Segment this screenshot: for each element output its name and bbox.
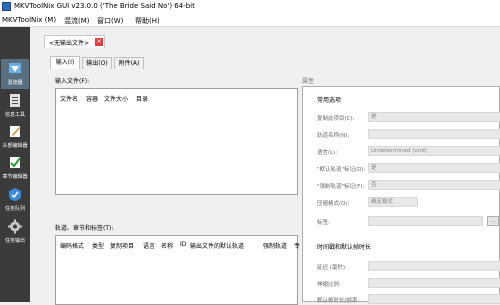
copy-item-label: 复制此项目(C): (317, 116, 355, 122)
menu-multiplexer[interactable]: 混流(M) (64, 16, 90, 26)
tab-mux-job[interactable]: <无输出文件> × (44, 35, 105, 48)
column-header-name[interactable]: 名称 (161, 241, 173, 250)
track-name-input[interactable] (368, 129, 500, 139)
timing-options-title: 时间戳和默认帧时长 (317, 244, 372, 251)
tool-sidebar: 混流器 信息工具 头部编辑器 章节编辑器 任务队列 任务输出 (0, 27, 30, 302)
app-icon (2, 2, 11, 11)
compression-select[interactable]: 确定格式 (368, 197, 418, 207)
properties-label: 属性 (302, 78, 315, 85)
sidebar-item-multiplexer[interactable]: 混流器 (1, 59, 29, 89)
menu-help[interactable]: 帮助(H) (135, 16, 160, 26)
default-duration-input[interactable] (368, 294, 500, 304)
window-title: MKVToolNix GUI v23.0.0 ('The Bride Said … (14, 2, 195, 10)
column-header-forced-track[interactable]: 强制轨道 (263, 241, 287, 250)
tab-input[interactable]: 输入(I) (50, 56, 80, 69)
compression-label: 压缩格式(O): (317, 201, 350, 207)
input-panel: 输入文件(F): 文件名 容器 文件大小 目录 轨道、章节和标签(T): 编码格… (52, 69, 300, 305)
language-label: 语言(L): (317, 150, 338, 156)
job-output-icon (8, 219, 22, 234)
header-editor-icon (10, 126, 20, 137)
column-header-filename[interactable]: 文件名 (60, 94, 78, 103)
stretch-label: 伸缩比例: (317, 282, 341, 288)
column-header-language[interactable]: 语言 (143, 241, 155, 250)
main-content: <无输出文件> × 输入(I) 输出(O) 附件(A) 输入文件(F): 文件名… (30, 27, 500, 305)
forced-track-flag-select[interactable]: 否 (368, 180, 500, 190)
forced-track-flag-label: "强制轨道"标记(F): (317, 184, 365, 190)
sidebar-item-info-tool[interactable]: 信息工具 (1, 91, 29, 121)
menu-bar: MKVToolNix (M) 混流(M) 窗口(W) 帮助(H) (0, 13, 500, 27)
column-header-more[interactable]: 专 (294, 241, 300, 250)
menu-mkvtoolnix[interactable]: MKVToolNix (M) (2, 16, 56, 24)
language-select[interactable]: Undetermined (und) (368, 146, 500, 156)
sidebar-item-label: 信息工具 (4, 112, 25, 118)
delay-label: 延迟 (毫秒): (317, 265, 347, 271)
default-duration-label: 默认帧时长/帧率: (317, 298, 360, 304)
sidebar-item-header-editor[interactable]: 头部编辑器 (1, 122, 29, 152)
sidebar-item-job-output[interactable]: 任务输出 (1, 217, 29, 247)
job-queue-icon (9, 188, 21, 201)
sidebar-item-label: 章节编辑器 (2, 174, 28, 180)
sidebar-item-label: 任务输出 (4, 238, 25, 244)
chapter-editor-icon (10, 157, 21, 168)
tags-input[interactable] (368, 216, 483, 226)
sidebar-item-label: 头部编辑器 (2, 143, 28, 149)
column-header-copy-item[interactable]: 复制项目 (110, 241, 134, 250)
sidebar-item-label: 任务队列 (4, 206, 25, 212)
menu-window[interactable]: 窗口(W) (97, 16, 123, 26)
mux-icon (9, 63, 21, 73)
properties-panel: 常用选项 复制此项目(C): 是 轨道名称(N): 语言(L): Undeter… (302, 86, 500, 304)
info-tool-icon (10, 94, 20, 107)
copy-item-select[interactable]: 是 (368, 112, 500, 122)
tags-label: 标签: (317, 220, 330, 226)
tab-label: <无输出文件> (49, 40, 90, 47)
column-header-type[interactable]: 类型 (92, 241, 104, 250)
column-header-container[interactable]: 容器 (86, 94, 98, 103)
stretch-input[interactable] (368, 278, 500, 288)
column-header-id[interactable]: ID (180, 241, 186, 248)
delay-input[interactable] (368, 261, 500, 271)
sidebar-item-label: 混流器 (7, 80, 23, 86)
tracks-list[interactable]: 编码格式 类型 复制项目 语言 名称 ID 输出文件的默认轨道 强制轨道 专 (55, 235, 300, 305)
sidebar-item-chapter-editor[interactable]: 章节编辑器 (1, 153, 29, 183)
column-header-default-track[interactable]: 输出文件的默认轨道 (190, 241, 244, 250)
title-bar: MKVToolNix GUI v23.0.0 ('The Bride Said … (0, 0, 500, 13)
column-header-directory[interactable]: 目录 (136, 94, 148, 103)
default-track-flag-select[interactable]: 是 (368, 163, 500, 173)
general-options-title: 常用选项 (317, 97, 342, 104)
sidebar-item-job-queue[interactable]: 任务队列 (1, 185, 29, 215)
tab-attachments[interactable]: 附件(A) (114, 57, 144, 69)
input-files-label: 输入文件(F): (55, 78, 90, 85)
column-header-codec[interactable]: 编码格式 (60, 241, 84, 250)
browse-button[interactable]: ... (487, 216, 499, 226)
close-icon[interactable]: × (95, 38, 103, 46)
tracks-label: 轨道、章节和标签(T): (55, 225, 114, 232)
default-track-flag-label: "默认轨道"标记(D): (317, 167, 366, 173)
input-files-list[interactable]: 文件名 容器 文件大小 目录 (55, 88, 298, 195)
track-name-label: 轨道名称(N): (317, 133, 350, 139)
column-header-file-size[interactable]: 文件大小 (104, 94, 128, 103)
tab-output[interactable]: 输出(O) (82, 57, 112, 69)
